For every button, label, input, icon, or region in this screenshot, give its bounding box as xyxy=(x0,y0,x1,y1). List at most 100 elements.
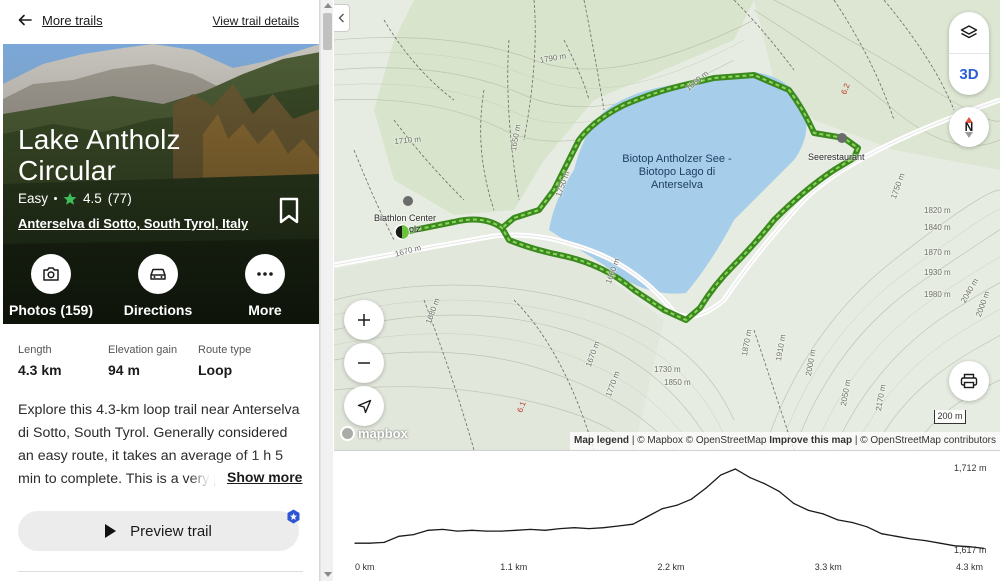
length-stat: Length 4.3 km xyxy=(18,344,108,378)
map-layer-controls: 3D xyxy=(949,12,989,95)
elevation-max-label: 1,712 m xyxy=(954,463,987,473)
biathlon-poi-label[interactable]: Biathlon Center xyxy=(374,213,436,223)
bookmark-icon[interactable] xyxy=(277,196,301,226)
sidebar-scrollbar[interactable] xyxy=(320,0,333,581)
section-divider xyxy=(18,571,303,572)
contour-label: 1850 m xyxy=(664,378,691,387)
map-attribution: Map legend | © Mapbox © OpenStreetMap Im… xyxy=(570,432,1000,450)
review-count: (77) xyxy=(107,191,132,206)
plus-icon xyxy=(358,314,370,326)
mapbox-logo-text: mapbox xyxy=(358,426,408,441)
preview-trail-label: Preview trail xyxy=(130,522,212,540)
elevation-point xyxy=(866,526,868,528)
elevation-point xyxy=(471,529,473,531)
contour-label: 1930 m xyxy=(924,268,951,277)
trail-location-link[interactable]: Anterselva di Sotto, South Tyrol, Italy xyxy=(18,216,248,231)
length-label: Length xyxy=(18,344,52,356)
separator-dot xyxy=(54,197,58,200)
mapbox-logo[interactable]: mapbox xyxy=(340,426,408,441)
photos-label: Photos (159) xyxy=(8,302,93,318)
elevation-point xyxy=(924,540,927,542)
print-button[interactable] xyxy=(949,361,989,401)
compass-icon: N xyxy=(965,116,973,138)
elevation-profile[interactable]: 1,712 m 1,617 m 0 km 1.1 km 2.2 km 3.3 km 4.… xyxy=(334,450,1000,581)
layers-icon xyxy=(960,24,978,38)
biathlon-poi-suffix: olz xyxy=(409,224,421,234)
lake-label: Biotop Antholzer See - Biotopo Lago di A… xyxy=(622,153,732,191)
collapse-sidebar-button[interactable] xyxy=(334,4,350,32)
route-type-label: Route type xyxy=(198,344,252,356)
elevation-point xyxy=(881,533,883,535)
rating-row: Easy 4.5 (77) xyxy=(18,191,132,206)
elevation-point xyxy=(661,508,663,510)
map-legend-link[interactable]: Map legend xyxy=(574,435,629,446)
elevation-point xyxy=(749,477,751,479)
zoom-in-button[interactable] xyxy=(344,300,384,340)
contour-label: 1980 m xyxy=(924,290,951,299)
elevation-gain-value: 94 m xyxy=(108,362,140,378)
elevation-point xyxy=(676,504,678,506)
elevation-gain-stat: Elevation gain 94 m xyxy=(108,344,198,378)
osm-contributors-link[interactable]: © OpenStreetMap contributors xyxy=(860,435,996,446)
elevation-point xyxy=(559,527,561,530)
scrollbar-thumb[interactable] xyxy=(323,13,332,50)
mapbox-logo-icon xyxy=(340,426,355,441)
distance-tick-label: 1.1 km xyxy=(500,562,528,572)
compass-button[interactable]: N xyxy=(949,107,989,147)
elevation-point xyxy=(515,529,517,531)
elevation-point xyxy=(939,542,941,544)
elevation-point xyxy=(720,474,722,476)
elevation-line[interactable] xyxy=(355,468,985,550)
elevation-point xyxy=(500,530,502,532)
premium-badge-icon xyxy=(287,509,300,524)
more-trails-link[interactable]: More trails xyxy=(17,12,103,28)
elevation-point xyxy=(910,538,912,540)
elevation-point xyxy=(851,521,853,524)
restaurant-poi-label[interactable]: Seerestaurant xyxy=(808,152,865,162)
improve-map-link[interactable]: Improve this map xyxy=(769,435,852,446)
layers-button[interactable] xyxy=(949,12,989,53)
elevation-min-label: 1,617 m xyxy=(954,545,987,555)
elevation-point xyxy=(646,515,649,518)
printer-icon xyxy=(960,373,978,389)
elevation-point xyxy=(354,542,356,544)
show-more-button[interactable]: Show more xyxy=(215,467,305,491)
mapbox-attribution-link[interactable]: © Mapbox xyxy=(637,435,683,446)
trail-map[interactable]: 6.2 6.1 1790 m 1710 m 1650 m 1660 m 1750 m 16… xyxy=(334,0,1000,450)
elevation-point xyxy=(383,541,385,543)
elevation-point xyxy=(573,527,576,529)
distance-tick-label: 2.2 km xyxy=(657,562,685,572)
contour-label: 1730 m xyxy=(654,365,681,374)
trail-sidebar: More trails View trail details Lake Anth… xyxy=(0,0,320,581)
locate-arrow-icon xyxy=(357,399,371,413)
locate-me-button[interactable] xyxy=(344,386,384,426)
more-action[interactable]: More xyxy=(215,254,315,318)
3d-toggle-button[interactable]: 3D xyxy=(949,53,989,94)
back-arrow-icon xyxy=(18,14,32,26)
more-trails-label: More trails xyxy=(42,12,103,28)
preview-trail-button[interactable]: Preview trail xyxy=(18,511,299,551)
rating-value: 4.5 xyxy=(83,191,102,206)
sidebar-topbar: More trails View trail details xyxy=(0,0,319,44)
scroll-up-arrow-icon[interactable] xyxy=(324,3,332,8)
directions-action[interactable]: Directions xyxy=(108,254,208,318)
elevation-point xyxy=(705,487,707,489)
elevation-point xyxy=(632,523,634,525)
elevation-point xyxy=(734,468,736,470)
zoom-out-button[interactable] xyxy=(344,343,384,383)
elevation-point xyxy=(793,502,795,505)
elevation-point xyxy=(837,519,839,521)
scroll-down-arrow-icon[interactable] xyxy=(324,572,332,577)
elevation-point xyxy=(412,534,415,536)
trail-stats: Length 4.3 km Elevation gain 94 m Route … xyxy=(18,344,308,378)
more-dots-icon xyxy=(245,254,285,294)
photos-action[interactable]: Photos (159) xyxy=(3,254,101,318)
car-icon xyxy=(138,254,178,294)
osm-attribution-link[interactable]: © OpenStreetMap xyxy=(686,435,767,446)
elevation-point xyxy=(442,528,444,531)
elevation-point xyxy=(427,529,429,531)
star-icon xyxy=(63,192,77,205)
elevation-point xyxy=(603,527,605,529)
elevation-point xyxy=(778,490,780,493)
view-trail-details-link[interactable]: View trail details xyxy=(213,14,299,28)
